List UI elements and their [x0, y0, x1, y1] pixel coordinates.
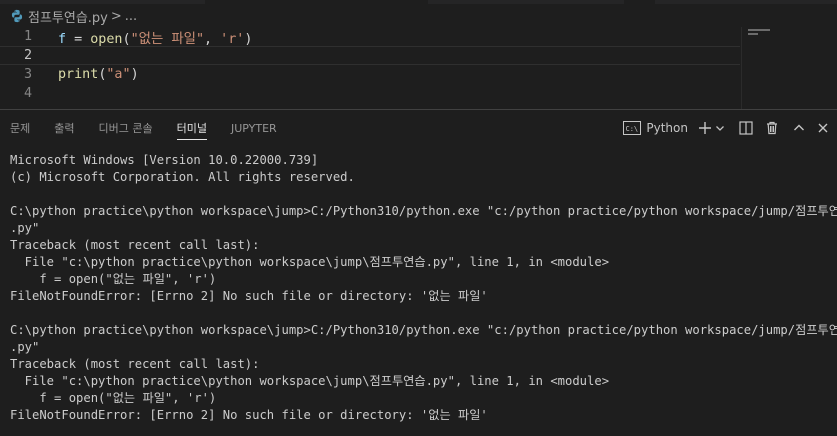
terminal-output[interactable]: Microsoft Windows [Version 10.0.22000.73…	[10, 152, 837, 424]
plus-icon	[699, 122, 711, 134]
code-line[interactable]: 4	[0, 84, 740, 103]
vscode-window: 점프투연습.py > ... 1 f = open("없는 파일", 'r') 2 3…	[0, 0, 837, 436]
terminal-line: f = open("없는 파일", 'r')	[10, 272, 217, 286]
split-terminal-button[interactable]	[739, 121, 753, 135]
terminal-line: C:\python practice\python workspace\jump…	[10, 323, 837, 337]
breadcrumb-separator: >	[110, 8, 122, 24]
breadcrumb-filename[interactable]: 점프투연습.py	[28, 7, 108, 26]
terminal-line: f = open("없는 파일", 'r')	[10, 391, 217, 405]
code-text: print("a")	[58, 67, 139, 82]
close-panel-button[interactable]	[817, 122, 829, 134]
terminal-line: File "c:\python practice\python workspac…	[10, 374, 610, 388]
breadcrumb: 점프투연습.py > ...	[0, 5, 837, 27]
code-token: )	[244, 31, 253, 47]
bottom-panel: 문제 출력 디버그 콘솔 터미널 JUPYTER C:\ Python Micr…	[0, 109, 837, 436]
terminal-line: .py"	[10, 340, 40, 354]
code-token: open	[90, 31, 123, 47]
terminal-line: FileNotFoundError: [Errno 2] No such fil…	[10, 289, 488, 303]
minimap-line	[748, 33, 758, 35]
code-token: (	[122, 31, 131, 47]
svg-text:C:\: C:\	[626, 125, 639, 133]
chevron-up-icon	[794, 124, 804, 131]
new-terminal-button[interactable]	[698, 121, 725, 135]
code-token: ,	[204, 31, 221, 47]
code-token: =	[66, 31, 91, 47]
minimap-line	[748, 29, 770, 31]
trash-icon	[767, 121, 777, 135]
terminal-line: Microsoft Windows [Version 10.0.22000.73…	[10, 153, 319, 167]
panel-tab[interactable]: 출력	[54, 110, 74, 146]
code-token: print	[58, 67, 99, 82]
code-token: 'r'	[220, 31, 245, 47]
code-text: f = open("없는 파일", 'r')	[58, 27, 252, 47]
terminal-profile-button[interactable]: C:\ Python	[623, 121, 688, 135]
python-file-icon	[11, 9, 23, 23]
panel-tab[interactable]: 터미널	[176, 110, 208, 146]
terminal-line: Traceback (most recent call last):	[10, 357, 260, 371]
breadcrumb-more[interactable]: ...	[125, 9, 137, 24]
line-number: 1	[23, 29, 32, 44]
code-line[interactable]: 2	[0, 46, 740, 65]
kill-terminal-button[interactable]	[765, 121, 779, 135]
line-number: 3	[23, 67, 32, 82]
close-icon	[818, 123, 828, 133]
panel-tab[interactable]: JUPYTER	[231, 110, 277, 146]
line-number: 2	[23, 48, 32, 63]
code-token: )	[130, 67, 139, 82]
terminal-line: Traceback (most recent call last):	[10, 238, 260, 252]
chevron-down-icon	[716, 126, 724, 131]
terminal-line: .py"	[10, 221, 40, 235]
tab-strip-segment	[0, 0, 205, 4]
terminal-profile-label: Python	[646, 121, 688, 135]
maximize-panel-button[interactable]	[793, 122, 805, 134]
line-number: 4	[23, 86, 32, 101]
code-token: "없는 파일"	[130, 31, 205, 47]
terminal-line: (c) Microsoft Corporation. All rights re…	[10, 170, 355, 184]
terminal-line: File "c:\python practice\python workspac…	[10, 255, 610, 269]
tab-strip-segment	[655, 0, 837, 4]
code-token: "a"	[106, 67, 131, 82]
panel-actions: C:\ Python	[613, 110, 829, 146]
terminal-line: FileNotFoundError: [Errno 2] No such fil…	[10, 408, 488, 422]
terminal-icon: C:\	[623, 121, 642, 135]
panel-tab[interactable]: 문제	[10, 110, 30, 146]
code-token: f	[58, 31, 67, 47]
split-icon	[739, 121, 753, 135]
panel-tabs: 문제 출력 디버그 콘솔 터미널 JUPYTER	[0, 110, 301, 146]
minimap[interactable]	[741, 27, 837, 109]
code-line[interactable]: 3 print("a")	[0, 65, 740, 84]
panel-tab[interactable]: 디버그 콘솔	[99, 110, 153, 146]
code-line[interactable]: 1 f = open("없는 파일", 'r')	[0, 27, 740, 47]
code-editor[interactable]: 1f = open("없는 파일", 'r') 2 3 print("a") 4	[0, 27, 740, 109]
terminal-line: C:\python practice\python workspace\jump…	[10, 204, 837, 218]
tab-strip-segment	[428, 0, 624, 4]
